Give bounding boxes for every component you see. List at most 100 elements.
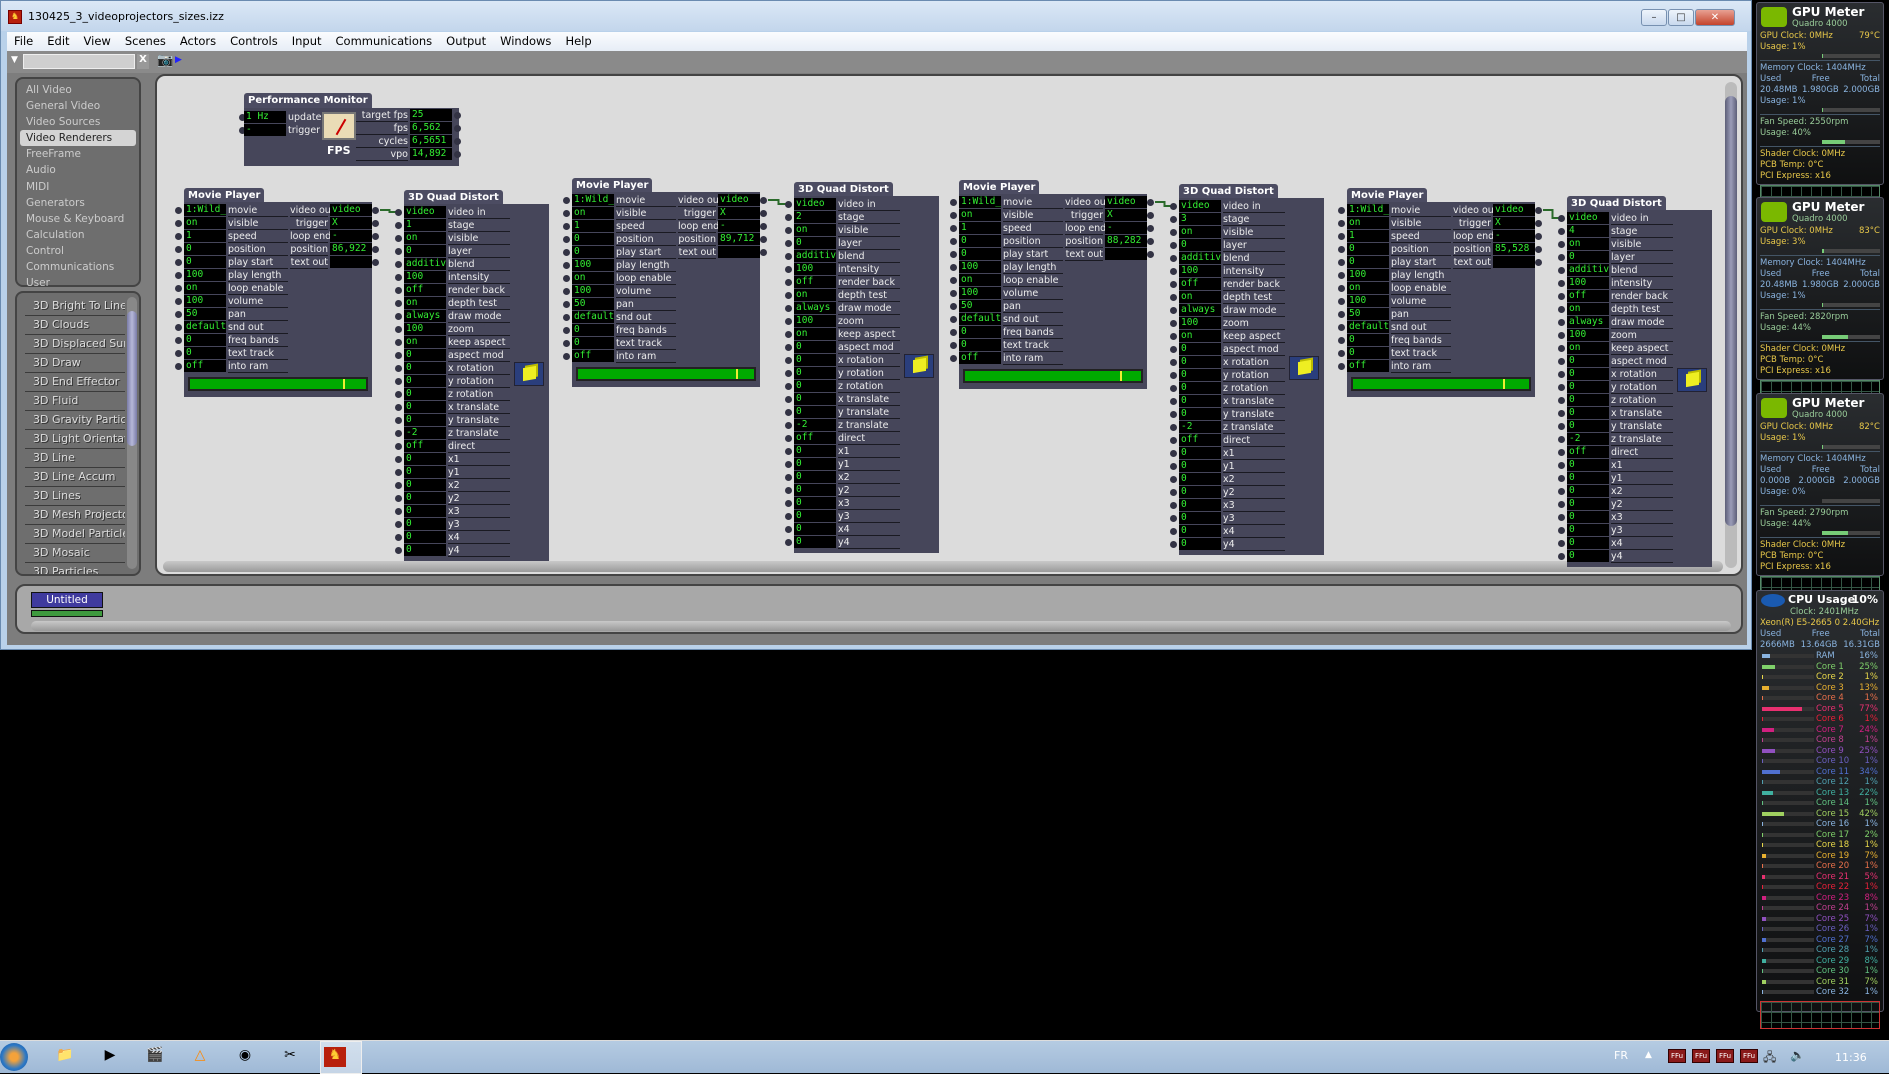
input-value[interactable]: on [959,209,1001,221]
input-value[interactable]: 0 [1567,368,1609,380]
actor-item[interactable]: 3D Light Orientatio [25,430,125,449]
input-value[interactable]: 50 [572,298,614,310]
input-value[interactable]: 0 [572,246,614,258]
input-value[interactable]: 0 [1179,460,1221,472]
network-warning-icon[interactable]: 🖧 [1763,1048,1776,1069]
output-port[interactable] [760,197,767,204]
input-value[interactable]: 0 [794,458,836,470]
gpu-meter-gadget[interactable]: GPU Meter Quadro 4000 GPU Clock: 0MHz 82°C U… [1756,393,1884,606]
input-value[interactable]: 0 [404,453,446,465]
input-port[interactable] [395,391,402,398]
input-value[interactable]: 0 [404,518,446,530]
input-port[interactable] [395,287,402,294]
input-port[interactable] [1170,359,1177,366]
input-port[interactable] [1338,311,1345,318]
input-port[interactable] [785,266,792,273]
input-value[interactable]: default [572,311,614,323]
input-value[interactable]: -2 [404,427,446,439]
input-value[interactable]: 100 [404,323,446,335]
input-port[interactable] [395,521,402,528]
menu-windows[interactable]: Windows [493,32,558,51]
category-freeframe[interactable]: FreeFrame [20,146,136,162]
input-value[interactable]: on [794,328,836,340]
input-port[interactable] [563,314,570,321]
input-port[interactable] [395,365,402,372]
input-port[interactable] [1558,410,1565,417]
input-port[interactable] [950,342,957,349]
category-mouse-keyboard[interactable]: Mouse & Keyboard [20,211,136,227]
input-value[interactable]: 0 [794,367,836,379]
input-value[interactable]: off [959,352,1001,364]
input-port[interactable] [395,430,402,437]
input-value[interactable]: 100 [1567,329,1609,341]
input-port[interactable] [1338,363,1345,370]
start-button[interactable] [0,1043,28,1071]
input-port[interactable] [563,249,570,256]
input-port[interactable] [950,238,957,245]
category-video-sources[interactable]: Video Sources [20,114,136,130]
input-value[interactable]: on [1347,217,1389,229]
input-value[interactable]: 100 [1179,265,1221,277]
input-port[interactable] [175,259,182,266]
output-port[interactable] [1535,233,1542,240]
input-value[interactable]: 0 [1179,369,1221,381]
input-value[interactable]: 0 [1179,512,1221,524]
input-port[interactable] [785,240,792,247]
input-value[interactable]: off [1179,434,1221,446]
input-port[interactable] [1170,346,1177,353]
category-all-video[interactable]: All Video [20,82,136,98]
input-value[interactable]: 0 [1567,251,1609,263]
input-value[interactable]: 0 [959,326,1001,338]
input-port[interactable] [1170,372,1177,379]
input-value[interactable]: 0 [1567,485,1609,497]
input-value[interactable]: 0 [184,347,226,359]
input-port[interactable] [1338,220,1345,227]
input-port[interactable] [1170,216,1177,223]
input-port[interactable] [1558,462,1565,469]
input-port[interactable] [950,251,957,258]
input-port[interactable] [563,353,570,360]
input-port[interactable] [563,223,570,230]
input-port[interactable] [950,290,957,297]
input-value[interactable]: video [1567,212,1609,224]
input-port[interactable] [395,235,402,242]
output-port[interactable] [760,210,767,217]
input-value[interactable]: 0 [794,354,836,366]
input-value[interactable]: 0 [1567,537,1609,549]
input-port[interactable] [175,246,182,253]
ffdshow-icon[interactable]: FFu [1740,1049,1758,1063]
input-port[interactable] [395,417,402,424]
input-port[interactable] [1558,423,1565,430]
input-value[interactable]: 1:Wild_ [959,196,1001,208]
input-value[interactable]: 0 [794,471,836,483]
input-value[interactable]: 0 [794,393,836,405]
input-port[interactable] [395,352,402,359]
input-value[interactable]: default [1347,321,1389,333]
category-user[interactable]: User [20,275,136,291]
input-value[interactable]: 0 [794,484,836,496]
input-value[interactable]: 100 [1179,317,1221,329]
input-port[interactable] [1558,319,1565,326]
clock[interactable]: 11:36 [1835,1051,1867,1064]
input-port[interactable] [175,285,182,292]
output-port[interactable] [372,233,379,240]
input-value[interactable]: 0 [1567,524,1609,536]
actor-search-input[interactable] [23,54,135,69]
input-port[interactable] [395,261,402,268]
input-value[interactable]: off [572,350,614,362]
input-port[interactable] [1558,267,1565,274]
input-value[interactable]: video [794,198,836,210]
input-value[interactable]: video [1179,200,1221,212]
input-value[interactable]: 100 [1567,277,1609,289]
output-port[interactable] [372,220,379,227]
input-port[interactable] [785,500,792,507]
ffdshow-icon[interactable]: FFu [1716,1049,1734,1063]
input-value[interactable]: 100 [184,269,226,281]
ffdshow-icon[interactable]: FFu [1668,1049,1686,1063]
input-value[interactable]: always [404,310,446,322]
input-value[interactable]: 100 [572,259,614,271]
input-port[interactable] [395,300,402,307]
input-port[interactable] [1170,515,1177,522]
input-port[interactable] [785,539,792,546]
output-port[interactable] [1147,225,1154,232]
